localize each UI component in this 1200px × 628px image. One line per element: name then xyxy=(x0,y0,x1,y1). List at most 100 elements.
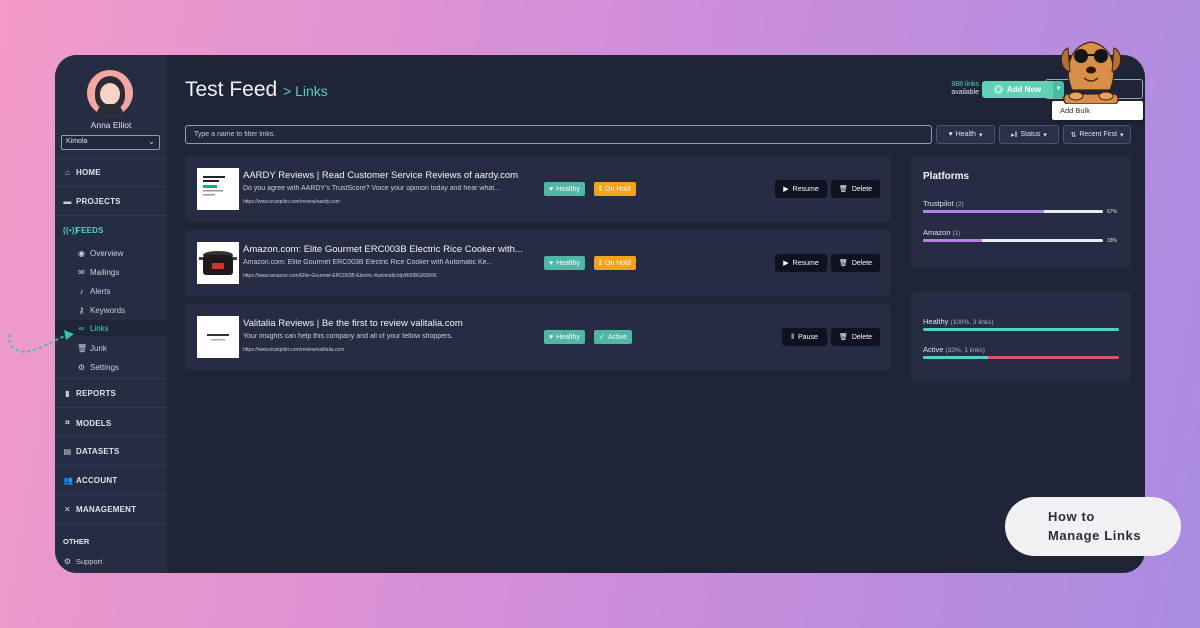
nav-sub-label: Settings xyxy=(90,362,119,372)
pause-button[interactable]: ‖ Pause xyxy=(782,328,827,346)
platforms-title: Platforms xyxy=(923,171,970,182)
nav-datasets[interactable]: ▤ DATASETS xyxy=(55,447,167,456)
nav-support[interactable]: ⚙ Support xyxy=(55,557,167,566)
nav-sub-label: Alerts xyxy=(90,286,111,296)
healthy-detail: (100%, 3 links) xyxy=(950,319,994,326)
nav-management[interactable]: ✕ MANAGEMENT xyxy=(55,505,167,514)
healthy-bar xyxy=(923,328,1119,331)
status-filter-label: Status xyxy=(1020,131,1041,138)
bar-chart-icon: ▮ xyxy=(65,389,70,398)
link-thumbnail xyxy=(197,242,239,284)
caret-down-icon: ▾ xyxy=(978,131,983,139)
link-title[interactable]: Amazon.com: Elite Gourmet ERC003B Electr… xyxy=(243,244,523,255)
platform-bar-fill xyxy=(923,239,983,242)
heart-icon: ♥ xyxy=(549,185,554,193)
nav-home[interactable]: ⌂ HOME xyxy=(55,168,167,177)
delete-button[interactable]: 🗑 Delete xyxy=(831,180,880,198)
health-badge-label: Healthy xyxy=(556,185,580,193)
divider xyxy=(55,494,167,495)
status-badge: ‖ On Hold xyxy=(594,256,636,270)
nav-sub-settings[interactable]: ⚙ Settings xyxy=(55,360,167,374)
nav-feeds[interactable]: ((•)) FEEDS xyxy=(55,226,167,235)
link-card[interactable]: AARDY Reviews | Read Customer Service Re… xyxy=(185,156,891,222)
delete-label: Delete xyxy=(851,259,873,267)
nav-sub-label: Overview xyxy=(90,248,124,258)
play-pause-icon: ▸‖ xyxy=(1011,131,1018,139)
org-select[interactable]: Kimola ⌄ xyxy=(61,135,160,150)
status-badge: ‖ On Hold xyxy=(594,182,636,196)
nav-reports[interactable]: ▮ REPORTS xyxy=(55,389,167,398)
resume-button[interactable]: ▶ Resume xyxy=(775,254,827,272)
health-badge-label: Healthy xyxy=(556,259,580,267)
links-available: 988 links available xyxy=(937,81,979,97)
link-url[interactable]: https://www.trustpilot.com/review/valita… xyxy=(243,347,344,353)
platform-bar-fill xyxy=(923,210,1044,213)
user-name: Anna Elliot xyxy=(90,120,132,130)
divider xyxy=(55,436,167,437)
nav-label: PROJECTS xyxy=(76,197,121,206)
trash-icon: 🗑 xyxy=(838,186,848,193)
nav-sub-label: Links xyxy=(90,323,109,333)
delete-button[interactable]: 🗑 Delete xyxy=(831,328,880,346)
platform-count: (2) xyxy=(955,201,964,208)
key-icon: ⚷ xyxy=(78,305,85,315)
link-url[interactable]: https://www.trustpilot.com/review/aardy.… xyxy=(243,199,340,205)
health-filter[interactable]: ♥ Health ▾ xyxy=(936,125,995,144)
mail-icon: ✉ xyxy=(78,267,85,277)
health-badge-label: Healthy xyxy=(556,333,580,341)
breadcrumb[interactable]: > Links xyxy=(283,83,328,99)
link-url[interactable]: https://www.amazon.com/Elite-Gourmet-ERC… xyxy=(243,273,437,279)
link-title[interactable]: Valitalia Reviews | Be the first to revi… xyxy=(243,318,463,329)
resume-button[interactable]: ▶ Resume xyxy=(775,180,827,198)
healthy-label: Healthy xyxy=(923,317,949,326)
resume-label: Resume xyxy=(792,259,819,267)
status-badge-label: Active xyxy=(607,333,627,341)
link-card[interactable]: Amazon.com: Elite Gourmet ERC003B Electr… xyxy=(185,230,891,296)
nav-sub-mailings[interactable]: ✉ Mailings xyxy=(55,265,167,279)
nav-models[interactable]: ⌗ MODELS xyxy=(55,418,167,428)
link-description: Your insights can help this company and … xyxy=(243,333,453,340)
divider xyxy=(55,465,167,466)
divider xyxy=(55,158,167,159)
delete-button[interactable]: 🗑 Delete xyxy=(831,254,880,272)
pause-label: Pause xyxy=(798,333,818,341)
nav-projects[interactable]: ▬ PROJECTS xyxy=(55,197,167,206)
links-count: 988 links xyxy=(951,81,979,88)
divider xyxy=(55,215,167,216)
nav-sub-alerts[interactable]: ♪ Alerts xyxy=(55,284,167,298)
heart-icon: ♥ xyxy=(549,259,554,267)
links-available-label: available xyxy=(951,89,979,96)
link-description: Do you agree with AARDY's TrustScore? Vo… xyxy=(243,185,500,192)
pause-icon: ‖ xyxy=(599,259,602,267)
app-window: Anna Elliot Kimola ⌄ ⌂ HOME ▬ PROJECTS (… xyxy=(55,55,1145,573)
platform-percent: 33% xyxy=(1107,238,1118,244)
link-title[interactable]: AARDY Reviews | Read Customer Service Re… xyxy=(243,170,518,181)
tools-icon: ✕ xyxy=(64,505,71,514)
status-filter[interactable]: ▸‖ Status ▾ xyxy=(999,125,1059,144)
filter-input[interactable] xyxy=(185,125,932,144)
sort-dropdown[interactable]: ⇅ Recent First ▾ xyxy=(1063,125,1131,144)
status-badge: ✓ Active xyxy=(594,330,632,344)
add-new-button[interactable]: + Add New xyxy=(982,81,1053,98)
divider xyxy=(55,407,167,408)
nav-sub-overview[interactable]: ◉ Overview xyxy=(55,246,167,260)
active-detail: (33%, 1 links) xyxy=(945,347,985,354)
platform-row-label: Trustpilot (2) xyxy=(923,199,964,208)
trash-icon: 🗑 xyxy=(838,260,848,267)
health-badge: ♥ Healthy xyxy=(544,256,585,270)
avatar[interactable] xyxy=(87,70,133,116)
how-to-line1: How to xyxy=(1048,509,1095,524)
nav-account[interactable]: 👥 ACCOUNT xyxy=(55,476,167,485)
database-icon: ▤ xyxy=(63,447,72,456)
health-filter-label: Health xyxy=(955,131,976,138)
sidebar: Anna Elliot Kimola ⌄ ⌂ HOME ▬ PROJECTS (… xyxy=(55,55,167,573)
trash-icon: 🗑 xyxy=(838,334,848,341)
nav-label: HOME xyxy=(76,168,101,177)
sort-label: Recent First xyxy=(1079,131,1118,138)
broadcast-icon: ((•)) xyxy=(63,226,78,235)
link-card[interactable]: Valitalia Reviews | Be the first to revi… xyxy=(185,304,891,370)
nav-label: DATASETS xyxy=(76,447,120,456)
platform-percent: 67% xyxy=(1107,209,1118,215)
nav-sub-keywords[interactable]: ⚷ Keywords xyxy=(55,303,167,317)
link-thumbnail xyxy=(197,316,239,358)
